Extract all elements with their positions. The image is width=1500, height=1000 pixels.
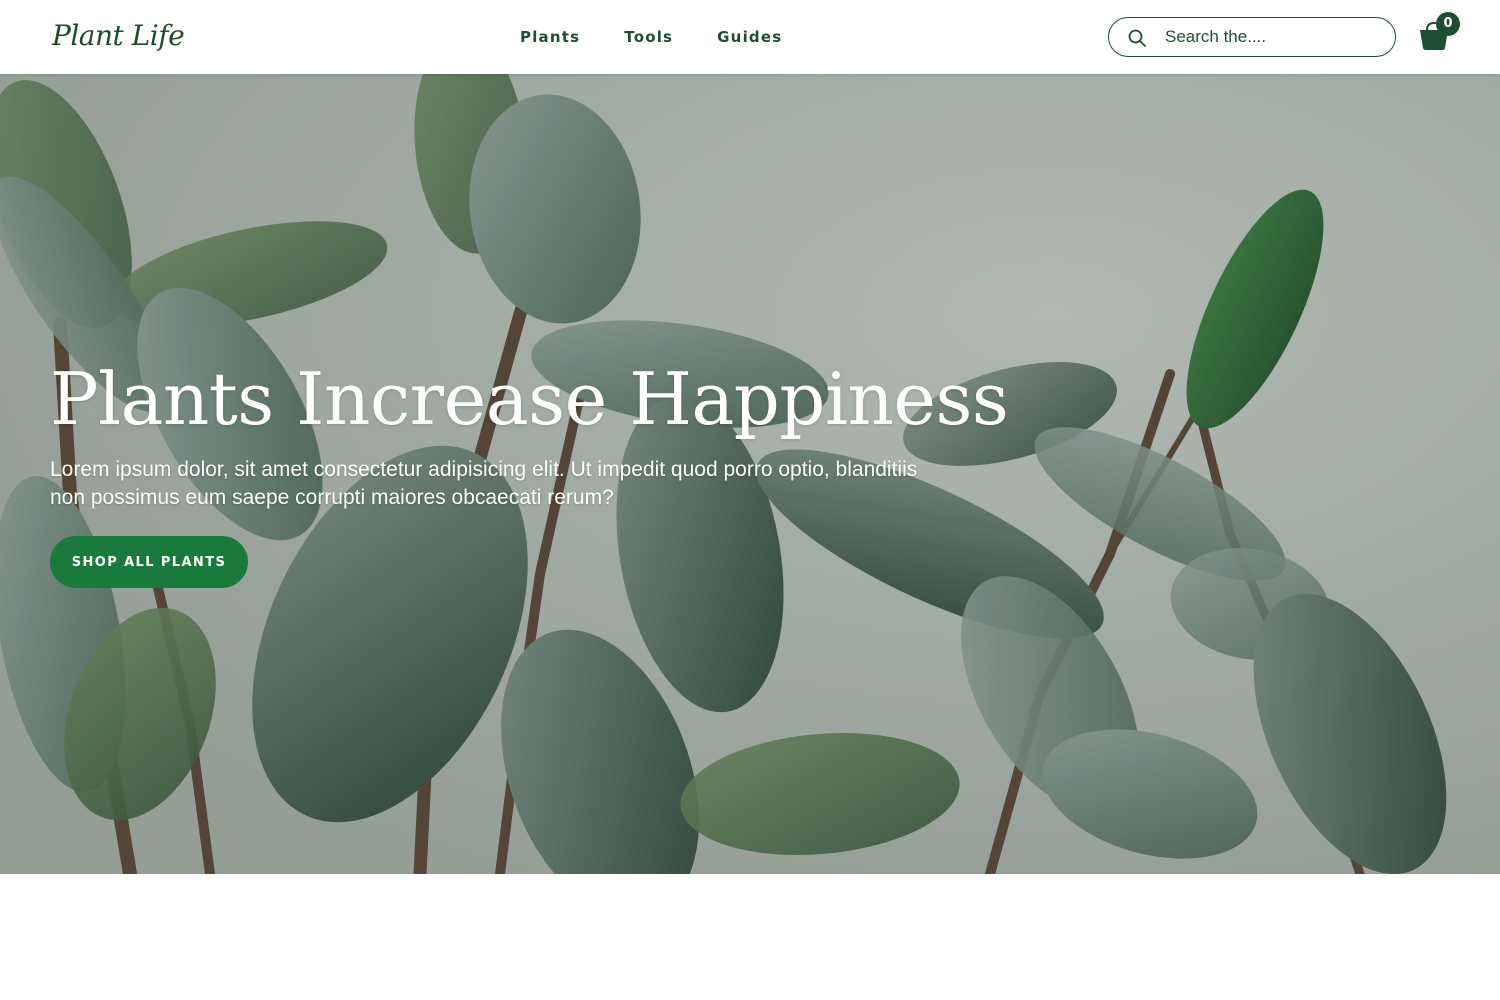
- hero-title: Plants Increase Happiness: [50, 357, 1009, 441]
- logo[interactable]: Plant Life: [52, 16, 185, 56]
- nav-link-guides[interactable]: Guides: [717, 26, 782, 48]
- cart-count-badge: 0: [1436, 12, 1460, 36]
- search-box: [1108, 17, 1396, 57]
- site-header: Plant Life Plants Tools Guides 0: [0, 0, 1500, 74]
- nav-link-plants[interactable]: Plants: [520, 26, 580, 48]
- hero-description: Lorem ipsum dolor, sit amet consectetur …: [50, 458, 918, 509]
- nav-link-tools[interactable]: Tools: [624, 26, 673, 48]
- search-input[interactable]: [1165, 25, 1380, 49]
- main-nav: Plants Tools Guides: [520, 26, 782, 48]
- hero-section: Plants Increase Happiness Lorem ipsum do…: [0, 74, 1500, 874]
- search-icon[interactable]: [1127, 28, 1147, 48]
- cart-button[interactable]: 0: [1418, 12, 1462, 56]
- shop-all-plants-button[interactable]: SHOP ALL PLANTS: [50, 536, 248, 588]
